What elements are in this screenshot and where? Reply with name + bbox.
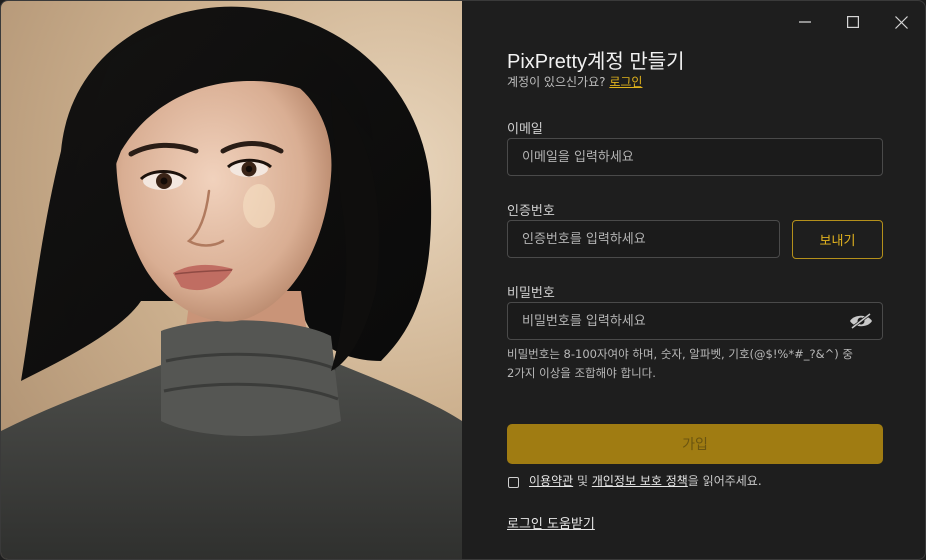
close-button[interactable] xyxy=(885,9,917,35)
email-field[interactable] xyxy=(507,138,883,176)
minimize-icon xyxy=(799,21,811,23)
portrait-image xyxy=(1,1,462,559)
signup-window: PixPretty계정 만들기 계정이 있으신가요? 로그인 이메일 인증번호 … xyxy=(0,0,926,560)
password-field[interactable] xyxy=(507,302,883,340)
terms-link[interactable]: 이용약관 xyxy=(529,472,573,489)
password-hint-line2: 2가지 이상을 조합해야 합니다. xyxy=(507,366,656,380)
password-visibility-toggle[interactable] xyxy=(849,312,873,330)
agreement-and-text: 및 xyxy=(573,474,592,488)
login-link[interactable]: 로그인 xyxy=(609,75,642,89)
join-button[interactable]: 가입 xyxy=(507,424,883,464)
code-label: 인증번호 xyxy=(507,204,555,219)
agreement-suffix-text: 을 읽어주세요. xyxy=(687,474,762,488)
password-label: 비밀번호 xyxy=(507,286,555,301)
minimize-button[interactable] xyxy=(789,9,821,35)
verification-code-field[interactable] xyxy=(507,220,780,258)
have-account-text: 계정이 있으신가요? xyxy=(507,75,606,89)
close-icon xyxy=(894,15,908,29)
password-hint: 비밀번호는 8-100자여야 하며, 숫자, 알파벳, 기호(@$!%*#_?&… xyxy=(507,345,877,383)
agreement-checkbox[interactable] xyxy=(508,476,519,488)
maximize-icon xyxy=(847,16,859,28)
password-hint-line1: 비밀번호는 8-100자여야 하며, 숫자, 알파벳, 기호(@$!%*#_?&… xyxy=(507,347,853,361)
have-account-row: 계정이 있으신가요? 로그인 xyxy=(507,73,642,90)
email-label: 이메일 xyxy=(507,122,543,137)
privacy-policy-link[interactable]: 개인정보 보호 정책 xyxy=(592,472,688,489)
login-help-link[interactable]: 로그인 도움받기 xyxy=(507,513,595,532)
page-title: PixPretty계정 만들기 xyxy=(507,51,685,73)
maximize-button[interactable] xyxy=(837,9,869,35)
send-code-button[interactable]: 보내기 xyxy=(792,220,883,259)
eye-slash-icon xyxy=(850,312,872,330)
agreement-row: 이용약관 및 개인정보 보호 정책 을 읽어주세요. xyxy=(508,472,762,489)
